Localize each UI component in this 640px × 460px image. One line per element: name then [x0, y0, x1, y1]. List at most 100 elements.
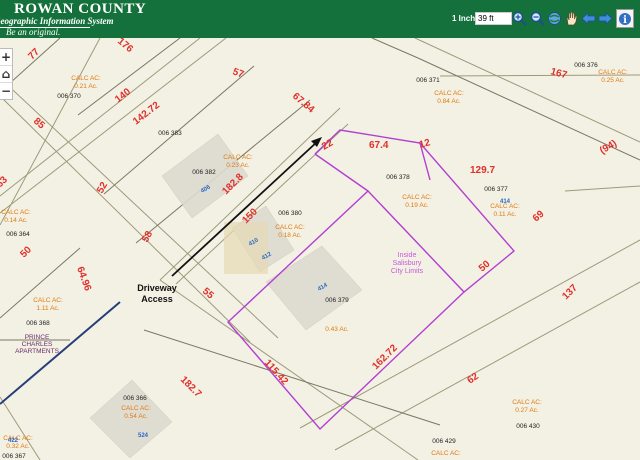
map-zoom-out-button[interactable]: − [0, 82, 12, 99]
dim-50-left: 50 [18, 244, 34, 260]
parcel-acres: 0.43 Ac. [325, 326, 349, 333]
parcel-calc-label: CALC AC: [512, 399, 542, 406]
map-zoom-in-button[interactable]: + [0, 49, 12, 65]
dim-129-7: 129.7 [470, 165, 495, 176]
parcel-calc-label: CALC AC: [275, 224, 305, 231]
parcel-006-378: 006 378 CALC AC: 0.19 Ac. [386, 174, 432, 209]
full-extent-icon [547, 11, 561, 25]
dim-55: 55 [200, 286, 216, 302]
dim-63: 63 [0, 174, 10, 190]
parcel-id: 006 368 [26, 320, 50, 327]
parcel-id: 006 376 [574, 62, 598, 69]
zoom-out-button[interactable] [529, 10, 545, 26]
parcel-calc-label: CALC AC: [431, 450, 461, 457]
pan-hand-icon [566, 11, 577, 25]
house-number: 422 [8, 438, 19, 444]
city-limits-label: Inside Salisbury City Limits [391, 252, 424, 275]
city-limits-line3: City Limits [391, 268, 424, 275]
dimension-labels: 77 176 85 140 142.72 57 67.84 22 67.4 12… [0, 38, 619, 400]
parcel-006-376: 006 376 CALC AC: 0.25 Ac. [574, 62, 628, 84]
parcel-id: 006 364 [6, 231, 30, 238]
parcel-id: 006 430 [516, 423, 540, 430]
parcel-acres: 0.18 Ac. [278, 232, 302, 239]
dim-52: 52 [95, 180, 110, 196]
dim-12: 12 [418, 137, 432, 151]
parcel-id: 006 367 [2, 453, 26, 460]
identify-button[interactable]: i [616, 9, 634, 28]
parcel-006-366: 006 366 CALC AC: 0.54 Ac. [121, 395, 151, 420]
parcel-006-429: 006 429 CALC AC: [431, 438, 461, 457]
dim-77: 77 [26, 46, 42, 62]
zoom-in-button[interactable] [511, 10, 527, 26]
apartment-name-line1: PRINCE [25, 334, 50, 341]
dim-50: 50 [477, 258, 493, 274]
parcel-acres: 0.21 Ac. [74, 83, 98, 90]
lot-lines [0, 38, 640, 426]
dim-62: 62 [465, 371, 481, 387]
next-extent-button[interactable] [597, 10, 613, 26]
zoom-in-icon [512, 11, 527, 26]
parcel-006-379: 006 379 0.43 Ac. [325, 297, 349, 333]
info-icon: i [619, 12, 631, 26]
parcel-acres: 0.11 Ac. [493, 211, 516, 218]
parcel-006-383: 006 383 [158, 130, 182, 137]
scale-input[interactable] [475, 12, 512, 25]
parcel-006-430: CALC AC: 0.27 Ac. 006 430 [512, 399, 542, 430]
dim-67-4: 67.4 [369, 140, 389, 151]
dim-67-84: 67.84 [290, 91, 317, 116]
svg-text:i: i [623, 15, 627, 26]
dim-58: 58 [140, 229, 155, 245]
parcel-id: 006 371 [416, 77, 440, 84]
parcel-calc-label: CALC AC: [598, 69, 628, 76]
parcel-id: 006 380 [278, 210, 302, 217]
parcel-calc-label: CALC AC: [71, 75, 101, 82]
previous-extent-button[interactable] [580, 10, 596, 26]
parcel-acres: 0.32 Ac. [6, 443, 30, 450]
parcel-acres: 0.25 Ac. [601, 77, 625, 84]
parcel-id: 006 379 [325, 297, 349, 304]
parcel-calc-label: CALC AC: [121, 405, 151, 412]
dim-176: 176 [115, 38, 135, 55]
parcel-id: 006 366 [123, 395, 147, 402]
tagline: Be an original. [6, 27, 61, 37]
parcel-acres: 1.11 Ac. [36, 305, 59, 312]
parcel-acres: 0.54 Ac. [124, 413, 148, 420]
parcel-006-368: CALC AC: 1.11 Ac. 006 368 [26, 297, 63, 327]
home-extent-button[interactable]: ⌂ [0, 65, 12, 82]
city-limits-line1: Inside [398, 252, 417, 259]
parcel-calc-label: CALC AC: [434, 90, 464, 97]
parcel-acres: 0.19 Ac. [405, 202, 429, 209]
parcel-006-370: CALC AC: 0.21 Ac. 006 370 [57, 75, 101, 100]
driveway-label: Driveway Access [137, 283, 177, 304]
parcel-map[interactable]: 77 176 85 140 142.72 57 67.84 22 67.4 12… [0, 38, 640, 460]
parcel-id: 006 382 [192, 169, 216, 176]
city-limits-line2: Salisbury [393, 260, 422, 267]
pan-button[interactable] [563, 10, 579, 26]
parcel-id: 006 370 [57, 93, 81, 100]
dim-115-42: 115.42 [262, 358, 291, 388]
dim-140: 140 [113, 86, 133, 105]
parcel-acres: 0.23 Ac. [226, 162, 250, 169]
dim-94: (94) [598, 138, 619, 156]
parcel-006-371: 006 371 CALC AC: 0.84 Ac. [416, 77, 464, 105]
parcel-006-364: CALC AC: 0.14 Ac. 006 364 [1, 209, 31, 238]
dim-142-72: 142.72 [131, 100, 162, 128]
parcel-calc-label: CALC AC: [223, 154, 253, 161]
apartment-name-line3: APARTMENTS [15, 348, 59, 355]
previous-extent-icon [580, 11, 595, 25]
apartment-label: PRINCE CHARLES APARTMENTS [15, 334, 59, 355]
dim-167: 167 [549, 66, 568, 81]
full-extent-button[interactable] [546, 10, 562, 26]
map-zoom-control: + ⌂ − [0, 48, 13, 100]
dim-137: 137 [560, 282, 580, 302]
driveway-line2: Access [141, 294, 173, 304]
parcel-acres: 0.84 Ac. [437, 98, 461, 105]
house-number: 524 [138, 433, 149, 439]
parcel-acres: 0.27 Ac. [515, 407, 539, 414]
parcel-calc-label: CALC AC: [402, 194, 432, 201]
gis-subtitle: Geographic Information System [0, 16, 114, 26]
parcel-calc-label: CALC AC: [33, 297, 63, 304]
building-footprint-406 [224, 222, 268, 274]
dim-64-96: 64.96 [74, 265, 93, 293]
dim-182-7: 182.7 [178, 374, 204, 400]
